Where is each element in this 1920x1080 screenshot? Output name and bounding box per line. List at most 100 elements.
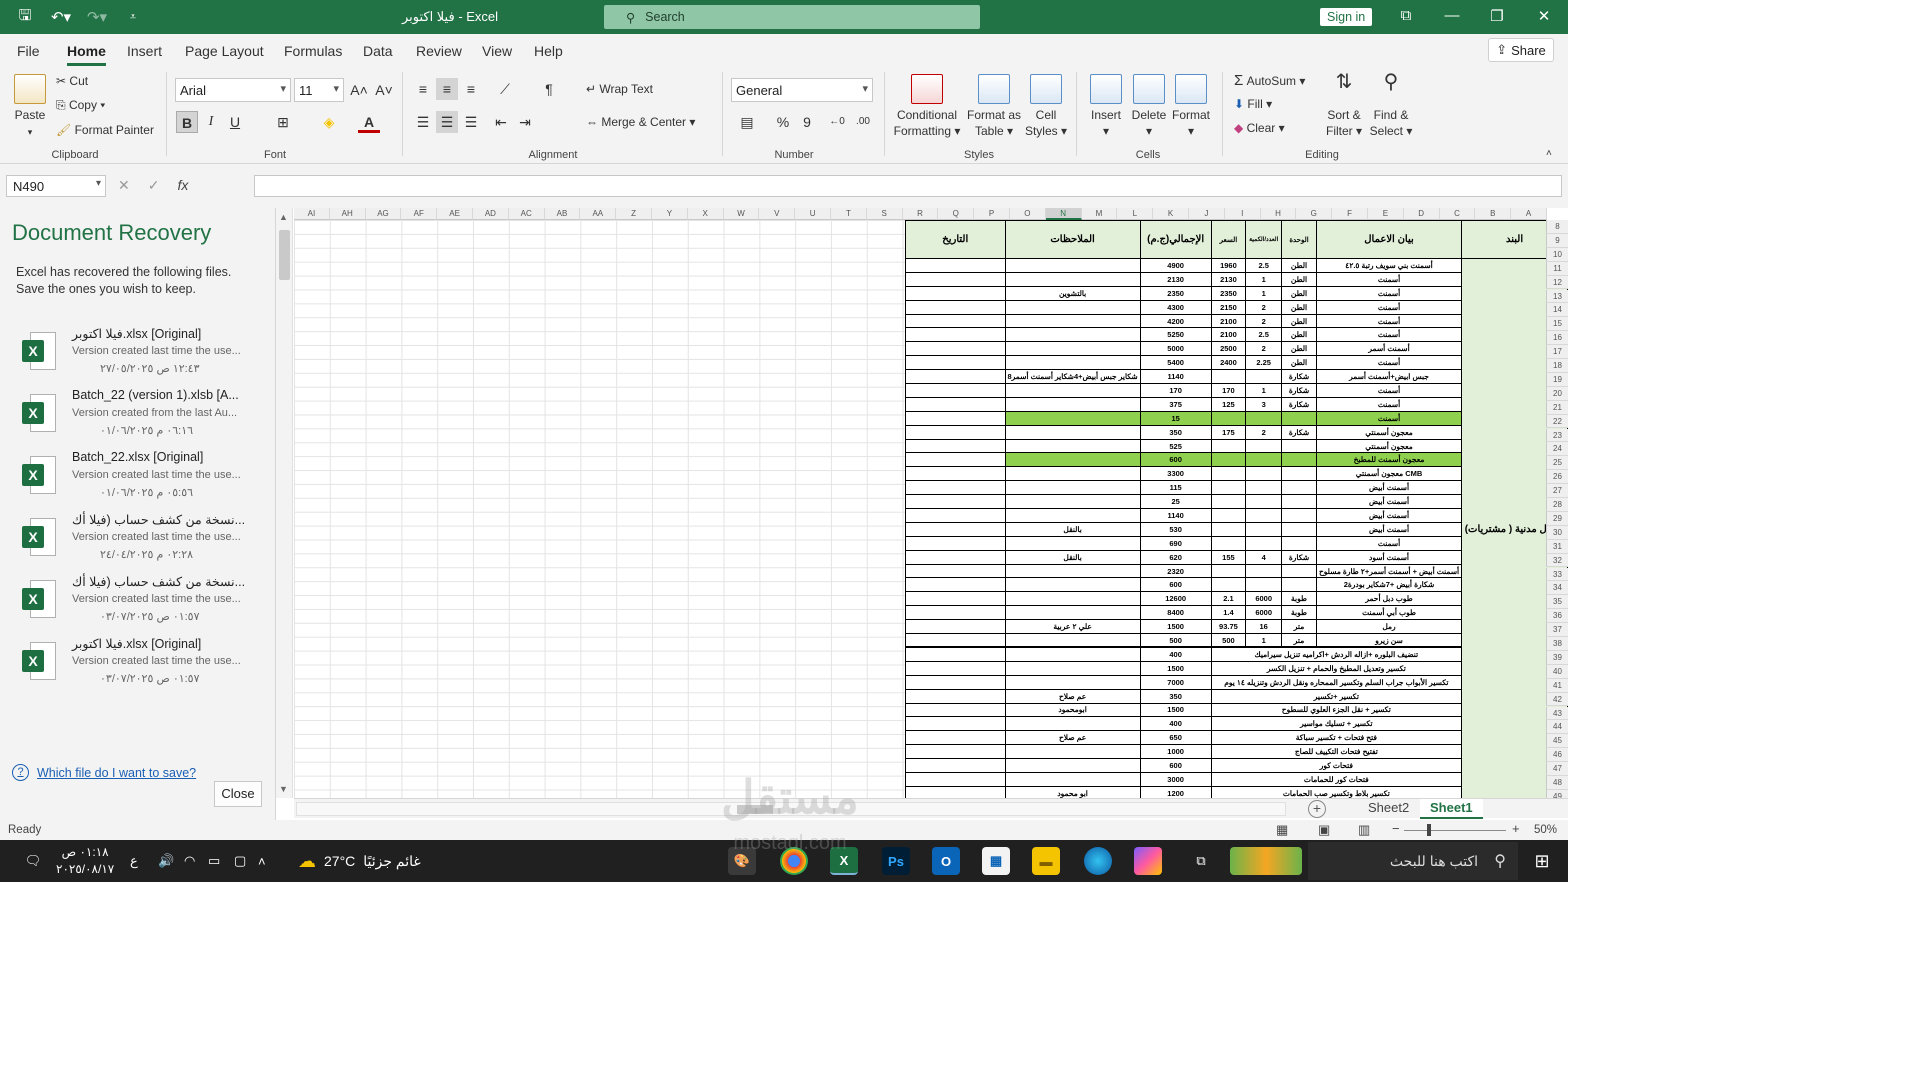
cell-description[interactable]: تكسير بلاط وتكسير صب الحمامات	[1210, 785, 1463, 798]
cell-qty[interactable]: 3	[1245, 396, 1283, 412]
which-file-help-link[interactable]: ? Which file do I want to save?	[12, 764, 196, 781]
cell-desc[interactable]: أسمنت	[1315, 327, 1463, 343]
cell-desc[interactable]: أسمنت	[1315, 299, 1463, 315]
outlook-app-icon[interactable]: O	[932, 847, 960, 875]
row-header[interactable]: 30	[1546, 525, 1568, 540]
edge-app-icon[interactable]	[1084, 847, 1112, 875]
row-header[interactable]: 49	[1546, 789, 1568, 798]
row-header[interactable]: 15	[1546, 317, 1568, 332]
page-layout-view-icon[interactable]: ▣	[1318, 822, 1330, 838]
insert-cells-button[interactable]: Insert ▾	[1086, 74, 1126, 139]
decrease-decimal-icon[interactable]: .00	[852, 111, 874, 133]
volume-icon[interactable]: 🔊	[158, 848, 174, 874]
cell-total[interactable]: 1140	[1139, 369, 1212, 385]
excel-app-icon[interactable]: X	[830, 847, 858, 875]
cell-total[interactable]: 5000	[1139, 341, 1212, 357]
cell-qty[interactable]: 2	[1245, 424, 1283, 440]
cell-total[interactable]: 1000	[1139, 744, 1212, 760]
column-header-w[interactable]: W	[723, 208, 760, 220]
cell-date[interactable]	[905, 341, 1006, 357]
cell-date[interactable]	[905, 327, 1006, 343]
row-header[interactable]: 9	[1546, 233, 1568, 248]
recovered-file-item[interactable]: X نسخة من كشف حساب (فيلا أك... Version c…	[20, 574, 250, 634]
cell-date[interactable]	[905, 313, 1006, 329]
conditional-formatting-button[interactable]: Conditional Formatting ▾	[892, 74, 962, 139]
redo-icon[interactable]: ↷▾	[86, 7, 108, 27]
column-header-ae[interactable]: AE	[437, 208, 473, 220]
cell-date[interactable]	[905, 438, 1006, 454]
cell-date[interactable]	[905, 674, 1006, 690]
cell-date[interactable]	[905, 285, 1006, 301]
cell-total[interactable]: 600	[1139, 577, 1212, 593]
cell-price[interactable]	[1210, 521, 1247, 537]
sheet-tab-sheet2[interactable]: Sheet2	[1358, 799, 1419, 819]
cell-date[interactable]	[905, 424, 1006, 440]
cell-date[interactable]	[905, 660, 1006, 676]
cell-notes[interactable]: بالنقل	[1004, 549, 1141, 565]
column-header-h[interactable]: H	[1260, 208, 1297, 220]
row-header[interactable]: 18	[1546, 359, 1568, 373]
cell-price[interactable]	[1210, 452, 1247, 468]
cell-notes[interactable]	[1004, 438, 1141, 454]
row-header[interactable]: 43	[1546, 706, 1568, 721]
cell-unit[interactable]: الطن	[1281, 258, 1317, 273]
cell-desc[interactable]: أسمنت أبيض	[1315, 521, 1463, 537]
cell-date[interactable]	[905, 508, 1006, 523]
row-header[interactable]: 19	[1546, 372, 1568, 387]
cell-qty[interactable]	[1245, 369, 1283, 385]
zoom-level[interactable]: 50%	[1534, 824, 1557, 836]
row-header[interactable]: 11	[1546, 261, 1568, 276]
row-header[interactable]: 16	[1546, 331, 1568, 346]
percent-style-icon[interactable]: %	[772, 111, 794, 133]
cell-date[interactable]	[905, 369, 1006, 385]
cell-notes[interactable]	[1004, 674, 1141, 690]
cell-unit[interactable]: الطن	[1281, 341, 1317, 357]
cell-date[interactable]	[905, 771, 1006, 787]
column-header-d[interactable]: D	[1403, 208, 1440, 220]
bold-button[interactable]: B	[176, 111, 198, 133]
cell-unit[interactable]	[1281, 508, 1317, 523]
clock[interactable]: ٠١:١٨ ص ٢٠٢٥/٠٨/١٧	[56, 844, 114, 878]
column-header-aa[interactable]: AA	[580, 208, 617, 220]
cell-total[interactable]: 5250	[1139, 327, 1212, 343]
cell-notes[interactable]: ابو محمود	[1004, 785, 1141, 798]
increase-font-size-icon[interactable]: A˄	[348, 79, 370, 101]
cell-price[interactable]	[1210, 466, 1247, 482]
cell-total[interactable]: 1500	[1139, 702, 1212, 718]
maximize-icon[interactable]: ❐	[1485, 7, 1509, 25]
accounting-format-icon[interactable]: ▤	[736, 111, 758, 133]
find-select-button[interactable]: ⚲ Find & Select ▾	[1368, 72, 1414, 139]
scroll-down-icon[interactable]: ▼	[279, 784, 288, 794]
cell-date[interactable]	[905, 605, 1006, 621]
scroll-up-icon[interactable]: ▲	[279, 212, 288, 222]
cell-notes[interactable]	[1004, 424, 1141, 440]
cell-total[interactable]: 650	[1139, 730, 1212, 746]
align-bottom-icon[interactable]: ≡	[460, 78, 482, 100]
row-header[interactable]: 46	[1546, 748, 1568, 763]
cell-price[interactable]: 175	[1210, 424, 1247, 440]
sign-in-button[interactable]: Sign in	[1320, 8, 1373, 26]
cell-notes[interactable]	[1004, 410, 1141, 426]
task-view-icon[interactable]: ⧉	[1190, 848, 1212, 874]
cell-total[interactable]: 500	[1139, 633, 1212, 648]
cell-notes[interactable]	[1004, 396, 1141, 412]
orientation-icon[interactable]: ⟋	[494, 78, 516, 100]
comma-style-icon[interactable]: 9	[796, 111, 818, 133]
wrap-text-button[interactable]: ↵ Wrap Text	[586, 82, 653, 96]
confirm-entry-icon[interactable]: ✓	[148, 177, 160, 194]
horizontal-scrollbar[interactable]	[296, 802, 1286, 816]
cell-desc[interactable]: أسمنت	[1315, 313, 1463, 329]
cell-notes[interactable]: عم صلاح	[1004, 688, 1141, 704]
cell-qty[interactable]	[1245, 452, 1283, 468]
zoom-in-icon[interactable]: +	[1512, 821, 1520, 836]
cell-unit[interactable]: الطن	[1281, 285, 1317, 301]
cell-notes[interactable]	[1004, 327, 1141, 343]
rtl-direction-icon[interactable]: ¶	[538, 78, 560, 100]
tab-review[interactable]: Review	[416, 43, 462, 59]
cell-desc[interactable]: أسمنت	[1315, 383, 1463, 398]
cell-total[interactable]: 25	[1139, 494, 1212, 510]
cell-qty[interactable]	[1245, 466, 1283, 482]
cell-qty[interactable]: 6000	[1245, 605, 1283, 621]
row-header[interactable]: 24	[1546, 442, 1568, 457]
cell-total[interactable]: 530	[1139, 521, 1212, 537]
